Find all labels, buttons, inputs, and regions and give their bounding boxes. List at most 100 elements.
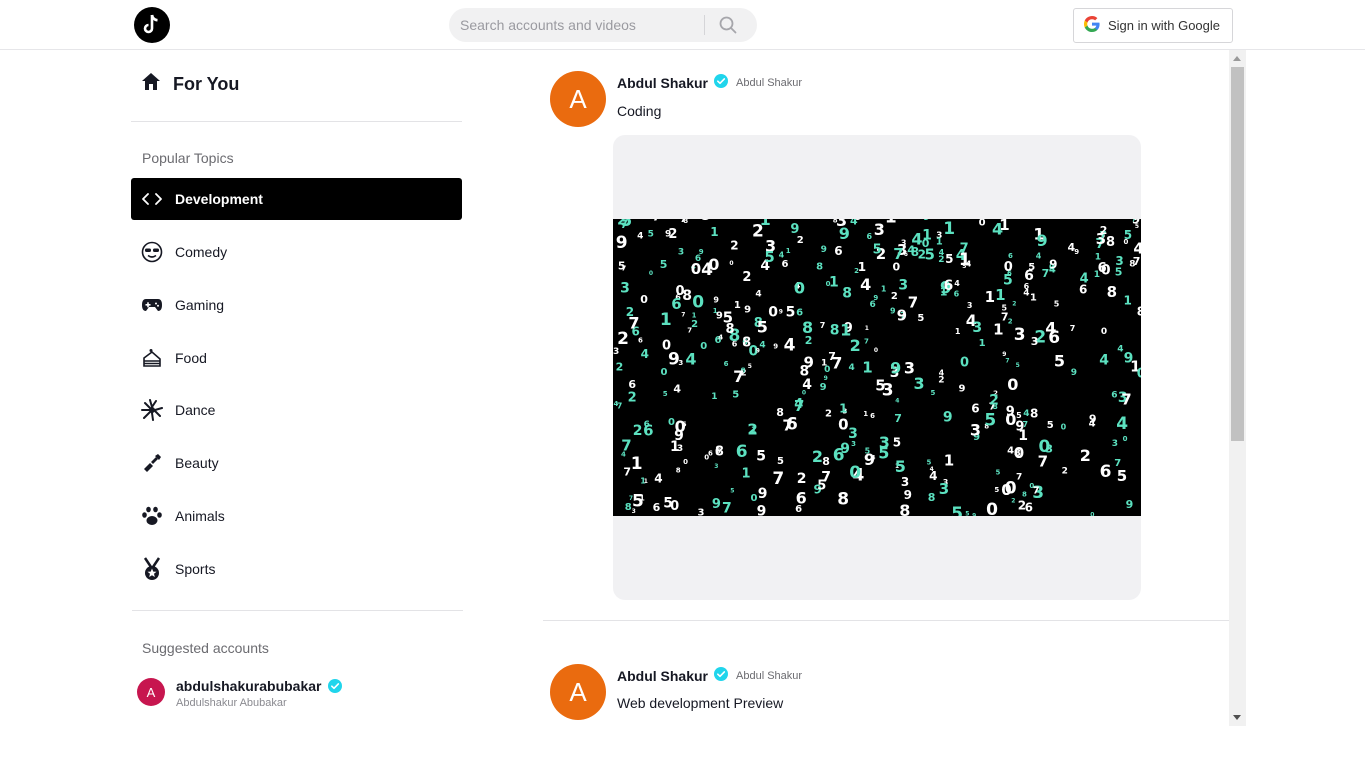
svg-text:0: 0 <box>700 341 707 352</box>
svg-text:5: 5 <box>875 376 885 394</box>
svg-text:2: 2 <box>989 393 999 409</box>
svg-text:9: 9 <box>701 219 712 224</box>
topic-label: Comedy <box>175 244 228 260</box>
svg-text:7: 7 <box>908 294 918 312</box>
topic-animals[interactable]: Animals <box>131 495 462 537</box>
scroll-up-arrow-icon[interactable] <box>1233 56 1241 61</box>
svg-text:5: 5 <box>927 459 932 467</box>
matrix-digits-image: 444415472446 4 286290408010 147780969786441… <box>613 204 1141 524</box>
svg-text:6: 6 <box>644 420 650 430</box>
scroll-down-arrow-icon[interactable] <box>1233 715 1241 720</box>
nav-for-you[interactable]: For You <box>131 64 462 104</box>
sidebar-divider <box>132 610 463 611</box>
svg-text:3: 3 <box>898 277 908 293</box>
author-name: Abdul Shakur <box>617 667 709 684</box>
svg-text:5: 5 <box>996 468 1001 476</box>
svg-text:9: 9 <box>943 409 953 425</box>
video-player[interactable]: 4444154724464286290408010147780969786441… <box>613 135 1141 600</box>
verified-icon <box>714 74 729 91</box>
svg-text:9: 9 <box>904 488 912 502</box>
svg-text:7: 7 <box>1070 324 1076 333</box>
svg-text:5: 5 <box>1047 420 1054 431</box>
svg-text:7: 7 <box>820 321 826 330</box>
svg-text:6: 6 <box>671 295 681 313</box>
topic-gaming[interactable]: Gaming <box>131 284 462 326</box>
svg-text:0: 0 <box>1061 422 1067 431</box>
svg-text:9: 9 <box>758 486 768 502</box>
scrollbar-thumb[interactable] <box>1231 67 1244 441</box>
svg-text:8: 8 <box>837 490 849 510</box>
topic-label: Animals <box>175 508 225 524</box>
svg-text:2: 2 <box>1080 446 1091 465</box>
svg-text:8: 8 <box>816 262 823 273</box>
svg-text:5: 5 <box>618 260 626 273</box>
svg-text:3: 3 <box>1031 335 1039 348</box>
svg-text:4: 4 <box>654 472 662 486</box>
svg-text:9: 9 <box>824 375 828 382</box>
svg-text:0: 0 <box>960 355 969 370</box>
svg-text:0: 0 <box>1007 375 1018 394</box>
svg-text:5: 5 <box>945 252 953 266</box>
tiktok-logo-icon[interactable] <box>134 7 170 43</box>
suggested-account-item[interactable]: A abdulshakurabubakar Abdulshakur Abubak… <box>137 676 437 712</box>
svg-text:1: 1 <box>865 325 869 332</box>
svg-text:2: 2 <box>850 336 861 355</box>
svg-text:7: 7 <box>623 466 631 479</box>
svg-text:9: 9 <box>890 307 896 316</box>
svg-text:0: 0 <box>649 270 653 277</box>
paw-icon <box>141 505 163 527</box>
svg-text:8: 8 <box>822 455 830 468</box>
svg-text:2: 2 <box>633 423 643 439</box>
page-scrollbar[interactable] <box>1229 50 1246 726</box>
svg-text:8: 8 <box>1030 406 1038 420</box>
topic-sports[interactable]: Sports <box>131 548 462 590</box>
svg-text:0: 0 <box>692 293 704 313</box>
svg-text:0: 0 <box>661 367 668 378</box>
search-input[interactable] <box>460 8 700 42</box>
avatar[interactable]: A <box>550 71 606 127</box>
post-author[interactable]: Abdul Shakur Abdul Shakur <box>617 667 802 684</box>
topic-label: Development <box>175 191 263 207</box>
svg-text:4: 4 <box>759 340 765 350</box>
svg-text:3: 3 <box>970 421 981 440</box>
medal-icon <box>141 557 163 580</box>
svg-text:6: 6 <box>954 290 960 299</box>
svg-text:1: 1 <box>955 327 961 336</box>
svg-text:1: 1 <box>711 392 717 402</box>
svg-text:4: 4 <box>1036 252 1042 261</box>
svg-text:5: 5 <box>994 486 999 494</box>
svg-text:7: 7 <box>772 469 784 489</box>
svg-text:6: 6 <box>796 489 807 508</box>
topic-development[interactable]: Development <box>131 178 462 220</box>
svg-text:4: 4 <box>802 377 812 393</box>
avatar[interactable]: A <box>550 664 606 720</box>
svg-text:6: 6 <box>870 412 875 420</box>
topic-label: Food <box>175 350 207 366</box>
topic-dance[interactable]: Dance <box>131 389 462 431</box>
svg-text:9: 9 <box>779 308 783 315</box>
svg-text:7: 7 <box>1132 219 1136 224</box>
svg-text:2: 2 <box>730 238 738 252</box>
svg-text:0: 0 <box>874 347 878 354</box>
svg-text:9: 9 <box>1071 368 1077 378</box>
svg-text:1: 1 <box>644 478 648 485</box>
topic-beauty[interactable]: Beauty <box>131 442 462 484</box>
svg-text:2: 2 <box>891 291 898 302</box>
svg-text:3: 3 <box>967 301 973 310</box>
svg-text:9: 9 <box>890 358 901 377</box>
svg-text:0: 0 <box>708 255 719 274</box>
post-author[interactable]: Abdul Shakur Abdul Shakur <box>617 74 802 91</box>
svg-text:3: 3 <box>901 475 909 489</box>
topic-comedy[interactable]: Comedy <box>131 231 462 273</box>
svg-text:2: 2 <box>1100 224 1108 237</box>
svg-text:2: 2 <box>825 408 832 419</box>
google-sign-in-button[interactable]: Sign in with Google <box>1073 8 1233 43</box>
svg-text:1: 1 <box>692 311 697 319</box>
topic-food[interactable]: Food <box>131 337 462 379</box>
svg-text:0: 0 <box>893 261 901 274</box>
svg-text:0: 0 <box>640 293 648 306</box>
author-name: Abdul Shakur <box>617 74 709 91</box>
post-divider <box>543 620 1229 621</box>
search-icon[interactable] <box>715 14 741 36</box>
svg-text:1: 1 <box>829 275 839 291</box>
